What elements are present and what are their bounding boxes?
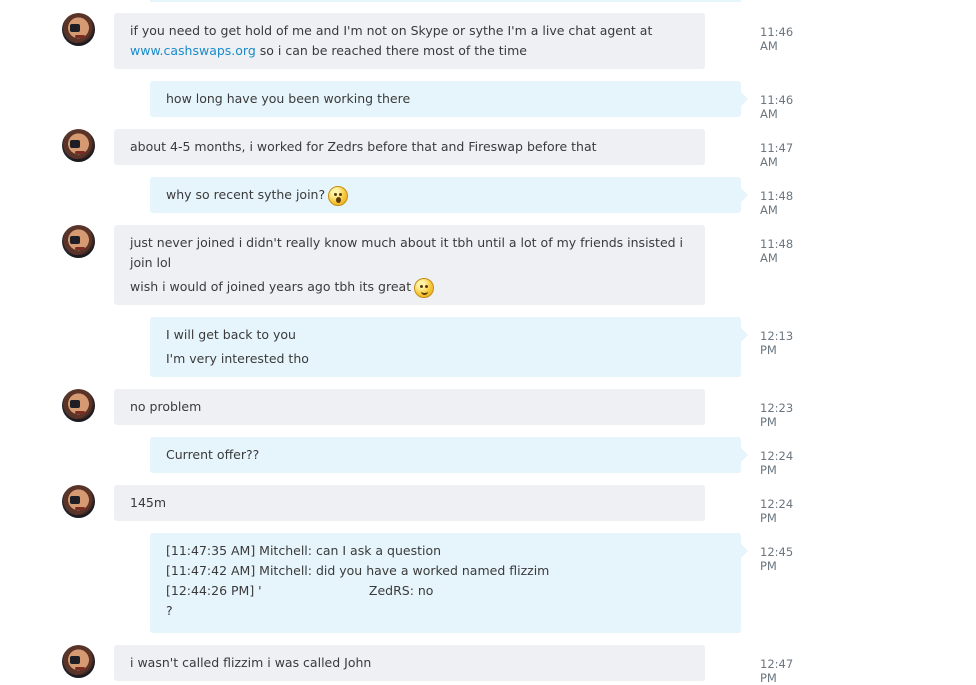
message-text: if you need to get hold of me and I'm no… xyxy=(130,23,653,38)
contact-avatar[interactable] xyxy=(62,225,95,258)
surprised-emoticon-icon xyxy=(328,185,349,206)
contact-avatar[interactable] xyxy=(62,13,95,46)
message-text: why so recent sythe join? xyxy=(166,187,326,202)
message-text: Current offer?? xyxy=(166,447,260,462)
message-timestamp: 12:45 PM xyxy=(760,545,794,573)
message-bubble: i wasn't called flizzim i was called Joh… xyxy=(114,645,705,681)
contact-avatar[interactable] xyxy=(62,389,95,422)
message-text: how long have you been working there xyxy=(166,91,411,106)
message-text: [12:44:26 PM] ' ZedRS: no xyxy=(166,583,434,598)
contact-avatar[interactable] xyxy=(62,645,95,678)
message-bubble: [11:47:35 AM] Mitchell: can I ask a ques… xyxy=(150,533,748,633)
message-bubble: Current offer?? xyxy=(150,437,748,473)
message-text: I will get back to you xyxy=(166,327,296,342)
message-bubble: I will get back to you I'm very interest… xyxy=(150,317,748,377)
message-text: just never joined i didn't really know m… xyxy=(130,235,684,270)
message-timestamp: 11:48 AM xyxy=(760,189,794,217)
message-timestamp: 12:23 PM xyxy=(760,401,794,429)
message-timestamp: 12:24 PM xyxy=(760,497,794,525)
message-text: no problem xyxy=(130,399,202,414)
message-text: 145m xyxy=(130,495,167,510)
message-text: ? xyxy=(166,603,173,618)
message-timestamp: 11:46 AM xyxy=(760,93,794,121)
message-text: wish i would of joined years ago tbh its… xyxy=(130,279,412,294)
message-bubble: about 4-5 months, i worked for Zedrs bef… xyxy=(114,129,705,165)
contact-avatar[interactable] xyxy=(62,485,95,518)
message-bubble: if you need to get hold of me and I'm no… xyxy=(114,13,705,69)
message-timestamp: 11:46 AM xyxy=(760,25,794,53)
message-timestamp: 11:48 AM xyxy=(760,237,794,265)
previous-message-edge xyxy=(150,0,741,2)
message-bubble: just never joined i didn't really know m… xyxy=(114,225,705,305)
smile-emoticon-icon xyxy=(414,277,435,298)
message-text: so i can be reached there most of the ti… xyxy=(255,43,527,58)
message-bubble: why so recent sythe join? xyxy=(150,177,748,213)
message-bubble: no problem xyxy=(114,389,705,425)
message-timestamp: 12:47 PM xyxy=(760,657,794,685)
message-timestamp: 11:47 AM xyxy=(760,141,794,169)
message-bubble: 145m xyxy=(114,485,705,521)
contact-avatar[interactable] xyxy=(62,129,95,162)
message-text: [11:47:35 AM] Mitchell: can I ask a ques… xyxy=(166,543,442,558)
message-text: about 4-5 months, i worked for Zedrs bef… xyxy=(130,139,597,154)
message-text: [11:47:42 AM] Mitchell: did you have a w… xyxy=(166,563,550,578)
message-timestamp: 12:24 PM xyxy=(760,449,794,477)
message-link[interactable]: www.cashswaps.org xyxy=(130,43,256,58)
message-text: I'm very interested tho xyxy=(166,351,309,366)
message-text: i wasn't called flizzim i was called Joh… xyxy=(130,655,372,670)
message-bubble: how long have you been working there xyxy=(150,81,748,117)
message-timestamp: 12:13 PM xyxy=(760,329,794,357)
